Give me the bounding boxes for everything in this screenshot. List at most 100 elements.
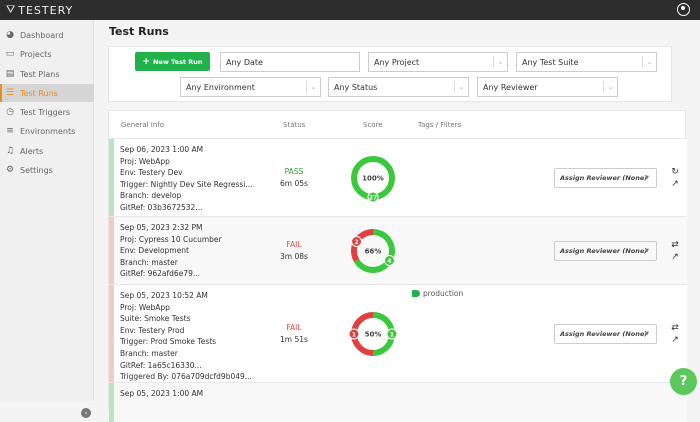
- plus-icon: +: [142, 56, 150, 67]
- clipboard-icon: ▤: [5, 69, 15, 79]
- sidebar-item-label: Alerts: [20, 146, 44, 156]
- score-label: 50%: [365, 331, 382, 339]
- gears-icon: ⚙: [5, 165, 15, 175]
- date-filter-input[interactable]: Any Date: [220, 52, 360, 72]
- sidebar-item-label: Projects: [20, 49, 52, 59]
- environment-filter-select[interactable]: Any Environment ⌄: [180, 77, 321, 97]
- chevron-down-icon: ⌄: [454, 81, 468, 93]
- caret-down-icon: ▼: [645, 248, 649, 254]
- score-donut: 66% 4 2: [351, 229, 395, 273]
- chevron-down-icon: ⌄: [493, 56, 507, 68]
- logo[interactable]: ⛛ TESTERY: [6, 3, 73, 17]
- user-avatar-icon[interactable]: [677, 3, 690, 16]
- status-label: PASS: [284, 167, 304, 176]
- project-filter-select[interactable]: Any Project ⌄: [368, 52, 508, 72]
- top-bar: ⛛ TESTERY: [0, 0, 700, 20]
- duration: 3m 08s: [280, 252, 308, 261]
- svg-text:2: 2: [354, 239, 358, 246]
- table-row[interactable]: Sep 05, 2023 1:00 AM: [109, 382, 687, 422]
- bell-icon: ♫: [5, 146, 15, 156]
- caret-down-icon: ▼: [645, 331, 649, 337]
- failed-count-badge: 2: [351, 236, 363, 247]
- score-label: 66%: [365, 248, 382, 256]
- status-indicator-bar: [109, 139, 114, 216]
- assign-reviewer-dropdown[interactable]: Assign Reviewer (None) ▼: [554, 241, 657, 261]
- assign-reviewer-dropdown[interactable]: Assign Reviewer (None) ▼: [554, 324, 657, 344]
- sidebar-item-test-runs[interactable]: ☰ Test Runs: [0, 84, 94, 102]
- table-row[interactable]: Sep 06, 2023 1:00 AM Proj: WebApp Env: Tes…: [109, 138, 687, 216]
- general-info: Sep 05, 2023 2:32 PM Proj: Cypress 10 Cuc…: [120, 222, 222, 280]
- sidebar-item-label: Settings: [20, 165, 53, 175]
- general-info: Sep 06, 2023 1:00 AM Proj: WebApp Env: Tes…: [120, 144, 253, 214]
- open-external-icon[interactable]: ↗: [669, 334, 681, 346]
- sidebar-item-label: Test Plans: [20, 69, 60, 79]
- sidebar-item-label: Test Runs: [20, 88, 58, 98]
- sidebar-item-dashboard[interactable]: ◕ Dashboard: [0, 26, 94, 44]
- info-line: Sep 05, 2023 2:32 PM: [120, 223, 203, 232]
- rerun-icon[interactable]: ↻: [669, 166, 681, 178]
- help-button[interactable]: ?: [670, 368, 697, 395]
- suite-filter-select[interactable]: Any Test Suite ⌄: [516, 52, 657, 72]
- info-line: Triggered By: 076a709dcfd9b049...: [120, 372, 252, 382]
- info-line: GitRef: 1a65c16330...: [120, 360, 202, 370]
- general-info: Sep 05, 2023 10:52 AM Proj: WebApp Suite: …: [120, 290, 252, 383]
- info-line: Proj: WebApp: [120, 302, 170, 312]
- svg-text:1: 1: [352, 331, 356, 338]
- table-row[interactable]: Sep 05, 2023 2:32 PM Proj: Cypress 10 Cuc…: [109, 216, 687, 284]
- info-line: GitRef: 962afd6e79...: [120, 269, 201, 279]
- info-line: Trigger: Nightly Dev Site Regressi...: [120, 179, 253, 189]
- clock-icon: ◷: [6, 107, 14, 117]
- column-header-tags: Tags / Filters: [418, 121, 462, 129]
- page-title: Test Runs: [109, 25, 169, 38]
- test-runs-table: General Info Status Score Tags / Filters…: [108, 110, 687, 422]
- open-external-icon[interactable]: ↗: [669, 251, 681, 263]
- sidebar-item-settings[interactable]: ⚙ Settings: [0, 161, 94, 179]
- assign-reviewer-dropdown[interactable]: Assign Reviewer (None) ▼: [554, 168, 657, 188]
- score-donut: 100% 27: [351, 156, 395, 203]
- dashboard-icon: ◕: [6, 30, 14, 40]
- chevron-down-icon: ⌄: [642, 56, 656, 68]
- status-label: FAIL: [286, 240, 302, 249]
- status-label: FAIL: [286, 323, 302, 332]
- passed-count-badge: 1: [386, 328, 398, 340]
- sync-icon[interactable]: ⇄: [669, 322, 681, 334]
- sidebar-item-environments[interactable]: ≡ Environments: [0, 122, 94, 140]
- sidebar: ‹ ◕ Dashboard ▭ Projects ▤ Test Plans ☰ Test Ru…: [0, 20, 94, 418]
- collapse-sidebar-icon[interactable]: ‹: [81, 408, 91, 418]
- scrollbar[interactable]: [687, 20, 700, 401]
- svg-text:4: 4: [387, 258, 391, 265]
- column-header-score: Score: [363, 121, 383, 129]
- status-indicator-bar: [109, 285, 114, 382]
- info-line: Branch: develop: [120, 191, 182, 201]
- logo-icon: ⛛: [6, 3, 17, 16]
- info-line: Suite: Smoke Tests: [120, 314, 191, 324]
- status-cell: PASS 6m 05s: [269, 166, 319, 190]
- sidebar-item-label: Dashboard: [20, 30, 64, 40]
- info-line: Env: Testery Dev: [120, 168, 183, 178]
- tag[interactable]: production: [412, 289, 463, 298]
- sidebar-item-test-triggers[interactable]: ◷ Test Triggers: [0, 103, 94, 121]
- new-test-run-button[interactable]: + New Test Run: [135, 52, 210, 71]
- table-row[interactable]: Sep 05, 2023 10:52 AM Proj: WebApp Suite: …: [109, 284, 687, 382]
- sync-icon[interactable]: ⇄: [669, 239, 681, 251]
- status-filter-select[interactable]: Any Status ⌄: [328, 77, 469, 97]
- status-cell: FAIL 3m 08s: [269, 239, 319, 263]
- column-header-general-info: General Info: [121, 121, 165, 129]
- filter-panel: + New Test Run Any Date Any Project ⌄ Any …: [108, 46, 672, 102]
- svg-text:1: 1: [390, 331, 394, 338]
- list-icon: ☰: [5, 88, 15, 98]
- info-line: Branch: master: [120, 348, 178, 358]
- sidebar-item-test-plans[interactable]: ▤ Test Plans: [0, 65, 94, 83]
- reviewer-filter-select[interactable]: Any Reviewer ⌄: [477, 77, 618, 97]
- info-line: Proj: WebApp: [120, 156, 170, 166]
- general-info: Sep 05, 2023 1:00 AM: [120, 388, 203, 400]
- chevron-down-icon: ⌄: [306, 81, 320, 93]
- open-external-icon[interactable]: ↗: [669, 178, 681, 190]
- failed-count-badge: 1: [348, 328, 360, 340]
- info-line: Trigger: Prod Smoke Tests: [120, 337, 217, 347]
- score-donut: 50% 1 1: [348, 312, 398, 356]
- sidebar-item-alerts[interactable]: ♫ Alerts: [0, 142, 94, 160]
- sidebar-item-label: Test Triggers: [20, 107, 71, 117]
- folder-icon: ▭: [5, 49, 15, 59]
- sidebar-item-projects[interactable]: ▭ Projects: [0, 45, 94, 63]
